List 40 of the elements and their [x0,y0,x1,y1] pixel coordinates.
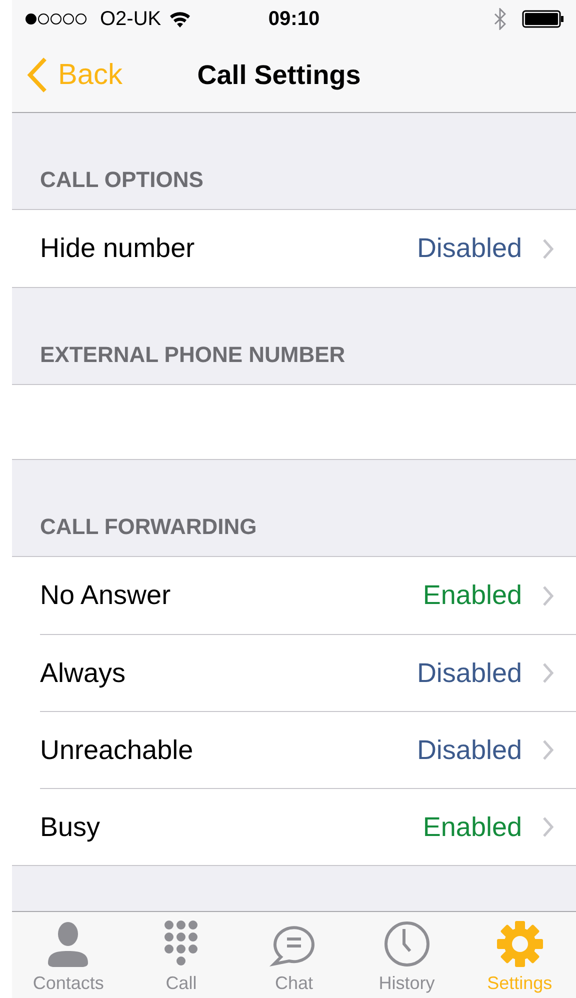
back-label[interactable]: Back [58,58,122,92]
row-label: Hide number [40,233,196,264]
row-label: Always [40,658,127,688]
row-label: Busy [40,812,102,842]
row-label: No Answer [40,580,172,611]
row-value: Disabled [416,658,522,688]
settings-row[interactable]: Always Disabled [40,634,576,711]
row-value: Enabled [422,812,522,842]
wifi-icon [169,10,192,28]
carrier-name: O2-UK [100,8,162,30]
row-label: Unreachable [40,734,194,766]
tab-item[interactable]: Chat [238,912,350,998]
input-field[interactable] [12,384,576,460]
row-value: Disabled [416,734,522,766]
settings-icon [494,919,545,969]
chevron-icon [542,584,554,606]
chevron-icon [542,739,554,761]
settings-row[interactable]: Unreachable Disabled [40,711,576,788]
settings-row[interactable]: No Answer Enabled [40,557,576,634]
settings-row[interactable]: Busy Enabled [40,788,576,865]
clock-icon [382,919,432,969]
section-header: CALL OPTIONS [39,166,204,194]
settings-row[interactable]: Hide number Disabled [40,210,576,287]
tab-item[interactable]: Contacts [12,912,125,998]
status-time: 09:10 [268,8,320,30]
chevron-icon [542,662,554,684]
chevron-left-icon [26,57,48,93]
chevron-icon [542,238,554,260]
row-value: Enabled [422,580,522,611]
bluetooth-icon [494,8,506,30]
tab-item[interactable]: History [350,912,464,998]
back-button[interactable]: Back [12,57,122,93]
chevron-icon [542,816,554,838]
tab-item[interactable]: Settings [463,912,576,998]
section-header: EXTERNAL PHONE NUMBER [39,341,346,369]
screen-title: Call Settings [197,60,361,90]
battery-icon [522,10,564,28]
tab-item[interactable]: Call [124,912,238,998]
row-value: Disabled [416,233,522,264]
section-header: CALL FORWARDING [39,513,258,541]
